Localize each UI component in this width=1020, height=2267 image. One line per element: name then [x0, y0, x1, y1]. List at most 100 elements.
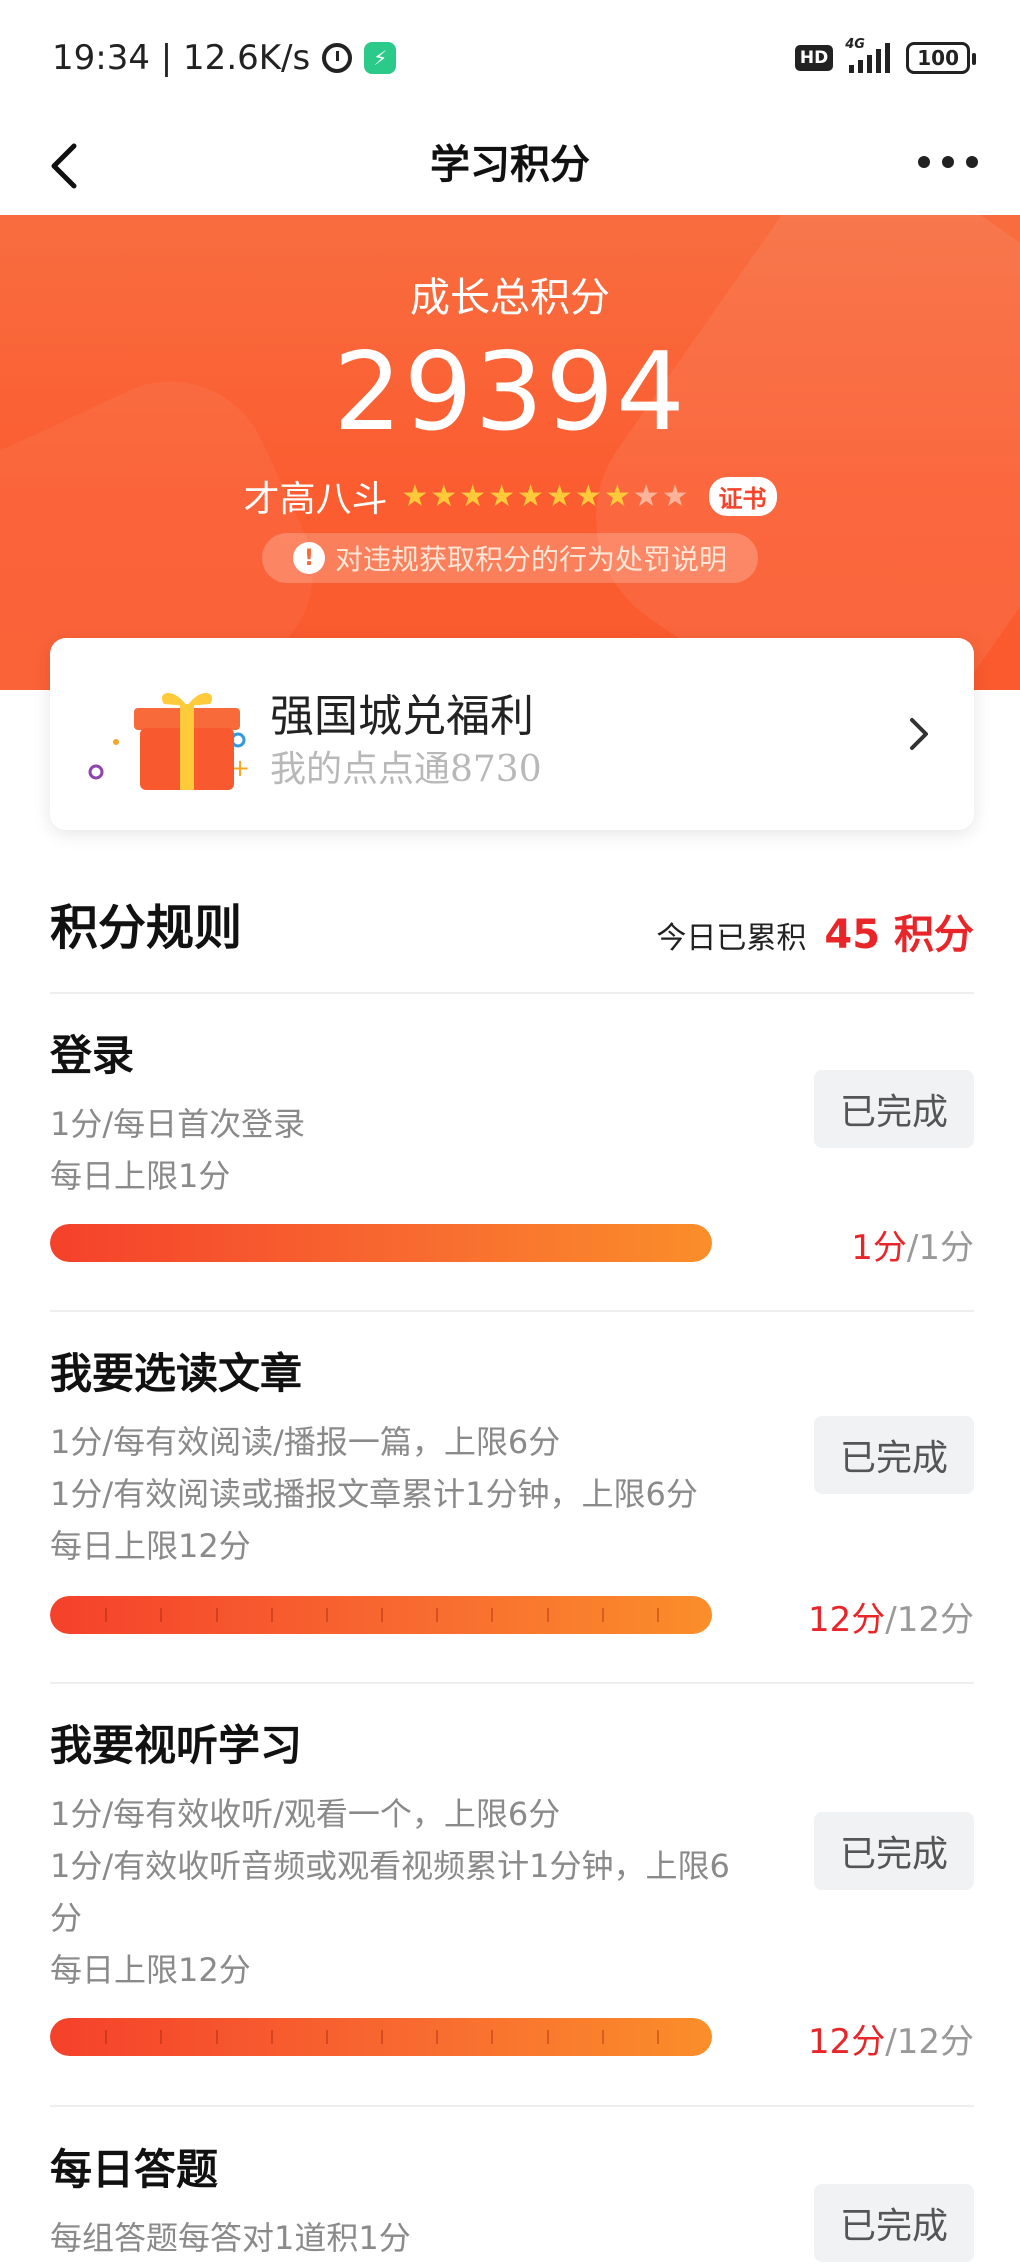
status-left: 19:34 | 12.6K/s ⚡ [52, 38, 397, 78]
rule-desc-line: 每日上限12分 [50, 1951, 251, 1989]
progress-segment-tick [270, 2030, 273, 2044]
completed-button[interactable]: 已完成 [814, 1070, 974, 1148]
status-time: 19:34 | 12.6K/s [52, 38, 311, 78]
level-name: 才高八斗 [243, 479, 388, 520]
battery-icon: 100 [906, 42, 976, 74]
rule-title: 我要选读文章 [50, 1349, 303, 1398]
progress-total: /1分 [906, 1228, 974, 1268]
rule-desc-line: 每日上限1分 [50, 1157, 231, 1195]
progress-bar [50, 2018, 712, 2056]
rule-desc-line: 分 [50, 1899, 83, 1937]
rule-description: 1分/每日首次登录 每日上限1分 [50, 1098, 305, 1202]
rule-description: 1分/每有效阅读/播报一篇，上限6分 1分/有效阅读或播报文章累计1分钟，上限6… [50, 1416, 698, 1572]
progress-bar [50, 1596, 712, 1634]
welfare-points: 我的点点通8730 [270, 749, 542, 790]
rule-item-daily-quiz: 每日答题 每组答题每答对1道积1分 已完成 [50, 2136, 974, 2267]
welfare-title: 强国城兑福利 [270, 691, 534, 742]
progress-segment-tick [325, 1608, 328, 1622]
divider [50, 1682, 974, 1684]
progress-segment-tick [491, 2030, 494, 2044]
rule-title: 登录 [50, 1031, 135, 1080]
progress-segment-tick [105, 2030, 108, 2044]
progress-fill [50, 2018, 712, 2056]
star-filled-icon: ★ [401, 478, 429, 514]
progress-segment-tick [105, 1608, 108, 1622]
star-empty-icon: ★ [632, 478, 660, 514]
total-score-value: 29394 [333, 330, 687, 455]
progress-segment-tick [160, 1608, 163, 1622]
progress-segment-tick [601, 2030, 604, 2044]
progress-segment-tick [601, 1608, 604, 1622]
progress-text: 12分/12分 [808, 1592, 974, 1641]
progress-fill [50, 1596, 712, 1634]
completed-button[interactable]: 已完成 [814, 2184, 974, 2262]
today-total: 今日已累积 45 积分 [656, 902, 974, 960]
rule-desc-line: 每组答题每答对1道积1分 [50, 2219, 411, 2257]
rules-header: 积分规则 今日已累积 45 积分 [50, 888, 974, 958]
progress-total: /12分 [885, 1600, 974, 1640]
progress-fill [50, 1224, 712, 1262]
progress-segment-tick [215, 1608, 218, 1622]
total-score-label: 成长总积分 [410, 275, 610, 321]
rule-desc-line: 每日上限12分 [50, 1527, 251, 1565]
hd-badge: HD [794, 45, 834, 71]
divider [50, 1310, 974, 1312]
status-right: HD 4G 100 [794, 37, 976, 74]
chevron-right-icon [910, 718, 928, 750]
welfare-card[interactable]: + 强国城兑福利 我的点点通8730 [50, 638, 974, 830]
progress-segment-tick [381, 1608, 383, 1622]
progress-text: 12分/12分 [808, 2014, 974, 2063]
page-title: 学习积分 [430, 142, 590, 188]
rule-desc-line: 1分/每日首次登录 [50, 1105, 306, 1143]
today-label: 今日已累积 [656, 921, 807, 956]
violation-text: 对违规获取积分的行为处罚说明 [334, 543, 727, 576]
divider [50, 2105, 974, 2107]
progress-segment-tick [546, 2030, 549, 2044]
certificate-button[interactable]: 证书 [708, 476, 777, 516]
progress-total: /12分 [885, 2022, 974, 2062]
progress-segment-tick [491, 1608, 494, 1622]
progress-current: 12分 [808, 2022, 886, 2062]
star-filled-icon: ★ [459, 478, 487, 514]
progress-text: 1分/1分 [851, 1220, 974, 1269]
alarm-icon [322, 43, 353, 73]
rule-title: 我要视听学习 [50, 1721, 303, 1770]
progress-segment-tick [381, 2030, 383, 2044]
rule-item-login: 登录 1分/每日首次登录 每日上限1分 已完成 1分/1分 [50, 1022, 974, 1282]
progress-segment-tick [270, 1608, 273, 1622]
rules-title: 积分规则 [50, 900, 243, 956]
divider [50, 992, 974, 994]
star-filled-icon: ★ [488, 478, 516, 514]
star-filled-icon: ★ [546, 478, 573, 514]
rule-desc-line: 1分/有效收听音频或观看视频累计1分钟，上限6 [50, 1847, 730, 1885]
progress-segment-tick [546, 1608, 549, 1622]
progress-segment-tick [325, 2030, 328, 2044]
star-empty-icon: ★ [661, 478, 689, 514]
app-notification-icon: ⚡ [364, 42, 397, 74]
progress-segment-tick [656, 1608, 659, 1622]
level-stars: ★ ★ ★ ★ ★ ★ ★ ★ ★ ★ [401, 479, 688, 514]
violation-notice-link[interactable]: ! 对违规获取积分的行为处罚说明 [262, 533, 758, 583]
progress-segment-tick [436, 1608, 439, 1622]
star-filled-icon: ★ [517, 478, 544, 514]
gift-icon: + [88, 692, 250, 790]
rule-desc-line: 1分/有效阅读或播报文章累计1分钟，上限6分 [50, 1475, 698, 1513]
level-row: 才高八斗 ★ ★ ★ ★ ★ ★ ★ ★ ★ ★ 证书 [0, 470, 1020, 522]
rule-desc-line: 1分/每有效阅读/播报一篇，上限6分 [50, 1423, 561, 1461]
rule-item-read-articles: 我要选读文章 1分/每有效阅读/播报一篇，上限6分 1分/有效阅读或播报文章累计… [50, 1340, 974, 1640]
progress-current: 12分 [808, 1600, 886, 1640]
signal-icon: 4G [845, 37, 891, 73]
progress-segment-tick [160, 2030, 163, 2044]
progress-segment-tick [436, 2030, 439, 2044]
network-type: 4G [845, 37, 865, 52]
more-options-icon[interactable] [918, 142, 978, 182]
star-filled-icon: ★ [603, 478, 631, 514]
rule-description: 每组答题每答对1道积1分 [50, 2212, 411, 2264]
score-hero: 成长总积分 29394 才高八斗 ★ ★ ★ ★ ★ ★ ★ ★ ★ ★ 证书 ! 对违规获取积分… [0, 215, 1020, 690]
completed-button[interactable]: 已完成 [814, 1416, 974, 1494]
status-bar: 19:34 | 12.6K/s ⚡ HD 4G 100 [0, 0, 1020, 120]
completed-button[interactable]: 已完成 [814, 1812, 974, 1890]
star-filled-icon: ★ [430, 478, 458, 514]
star-filled-icon: ★ [574, 478, 602, 514]
progress-segment-tick [656, 2030, 659, 2044]
